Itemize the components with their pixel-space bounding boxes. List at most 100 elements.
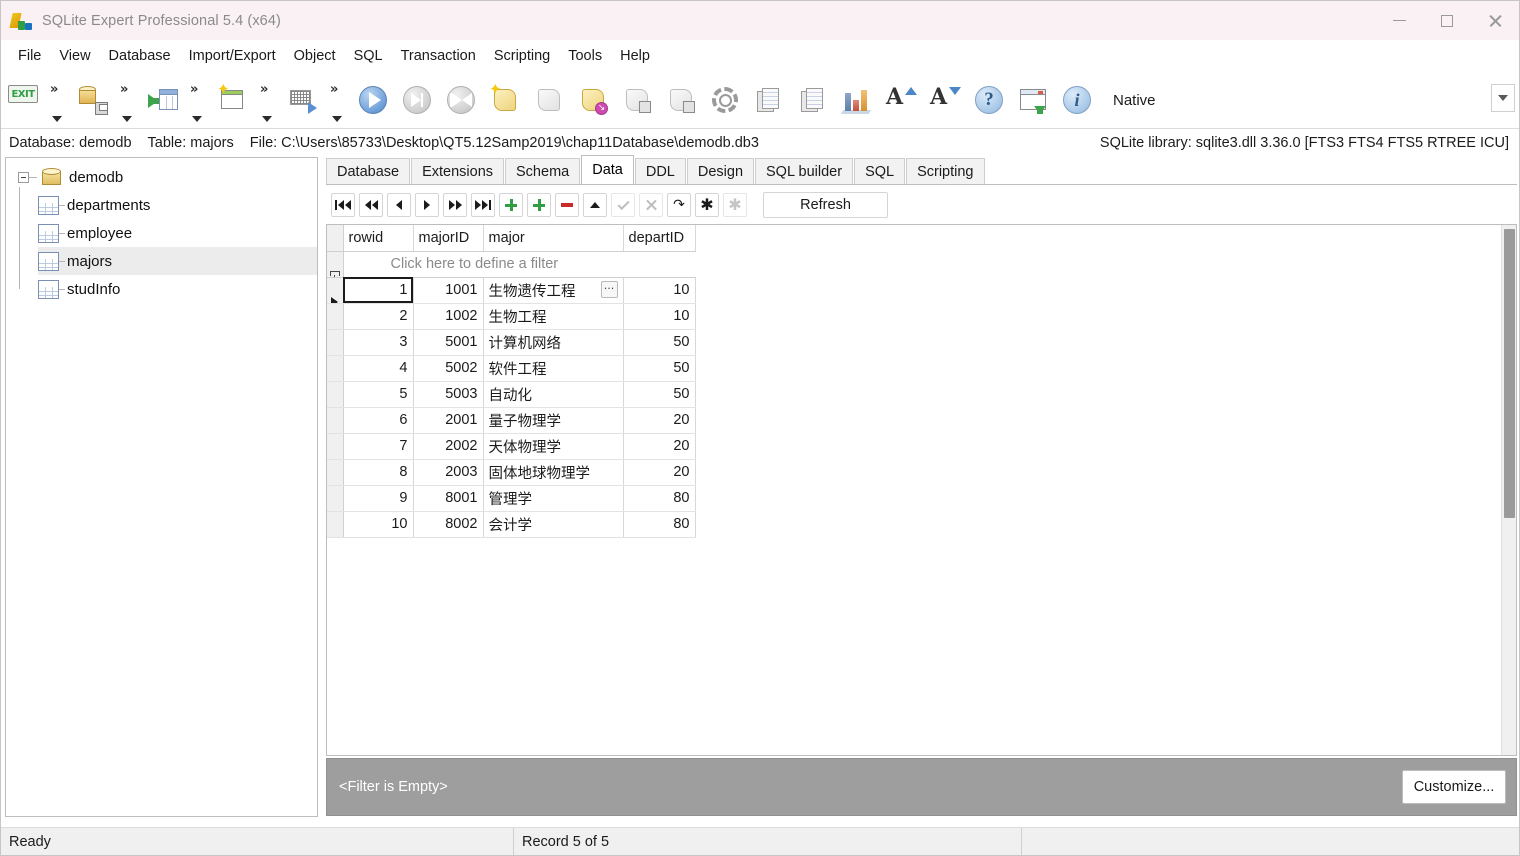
options-button[interactable]	[703, 74, 747, 126]
cell-major[interactable]: ··· 生物遗传工程	[483, 277, 624, 304]
table-row[interactable]: 5 5003 自动化 50	[327, 381, 696, 408]
about-button[interactable]: i	[1055, 74, 1099, 126]
filter-row[interactable]: Click here to define a filter	[327, 251, 695, 278]
save-script-button[interactable]	[615, 74, 659, 126]
column-header-major[interactable]: major	[483, 225, 624, 252]
execute-back-button[interactable]	[439, 74, 483, 126]
grid-vertical-scrollbar[interactable]	[1501, 225, 1516, 755]
prior-record-button[interactable]	[387, 193, 411, 217]
import-table-button[interactable]	[141, 74, 185, 126]
cell-editor-button[interactable]: ···	[600, 280, 618, 298]
cell-rowid[interactable]: 5	[343, 381, 414, 408]
sidebar-item-majors[interactable]: majors	[38, 247, 317, 275]
cell-rowid[interactable]: 1	[343, 277, 414, 304]
cell-majorid[interactable]: 5003	[413, 381, 484, 408]
cell-major[interactable]: 会计学	[483, 511, 624, 538]
menu-file[interactable]: File	[9, 44, 50, 68]
script-download-button[interactable]: ↘	[571, 74, 615, 126]
cell-departid[interactable]: 20	[623, 433, 696, 460]
cell-departid[interactable]: 50	[623, 355, 696, 382]
menu-scripting[interactable]: Scripting	[485, 44, 559, 68]
next-record-button[interactable]	[415, 193, 439, 217]
set-null-button[interactable]: ✱	[695, 193, 719, 217]
cell-majorid[interactable]: 2003	[413, 459, 484, 486]
execute-step-button[interactable]	[395, 74, 439, 126]
cell-departid[interactable]: 80	[623, 485, 696, 512]
cell-major[interactable]: 软件工程	[483, 355, 624, 382]
new-window-button[interactable]: ✦	[211, 74, 255, 126]
delete-record-button[interactable]	[555, 193, 579, 217]
tab-sql[interactable]: SQL	[854, 158, 906, 184]
import-window-button[interactable]	[1011, 74, 1055, 126]
cell-major[interactable]: 管理学	[483, 485, 624, 512]
table-row[interactable]: 6 2001 量子物理学 20	[327, 407, 696, 434]
menu-view[interactable]: View	[50, 44, 99, 68]
post-edit-button[interactable]	[583, 193, 607, 217]
sidebar-item-studinfo[interactable]: studInfo	[38, 275, 317, 303]
cell-departid[interactable]: 10	[623, 303, 696, 330]
customize-button[interactable]: Customize...	[1402, 770, 1506, 804]
cell-majorid[interactable]: 2001	[413, 407, 484, 434]
refresh-record-button[interactable]: ↷	[667, 193, 691, 217]
save-script-as-button[interactable]	[659, 74, 703, 126]
data-grid[interactable]: rowid majorID major departID Click here …	[326, 224, 1517, 756]
table-row[interactable]: 4 5002 软件工程 50	[327, 355, 696, 382]
cell-departid[interactable]: 20	[623, 407, 696, 434]
sidebar-item-employee[interactable]: employee	[38, 219, 317, 247]
refresh-button[interactable]: Refresh	[763, 192, 888, 218]
menu-help[interactable]: Help	[611, 44, 659, 68]
table-row[interactable]: 1 1001 ··· 生物遗传工程 10	[327, 277, 696, 304]
cell-departid[interactable]: 20	[623, 459, 696, 486]
cell-rowid[interactable]: 3	[343, 329, 414, 356]
minimize-button[interactable]	[1375, 1, 1423, 40]
tab-ddl[interactable]: DDL	[634, 158, 686, 184]
cell-major[interactable]: 生物工程	[483, 303, 624, 330]
menu-sql[interactable]: SQL	[345, 44, 392, 68]
toolbar-group-expander-5[interactable]: »	[325, 74, 351, 126]
column-header-departid[interactable]: departID	[623, 225, 696, 252]
prior-page-button[interactable]	[359, 193, 383, 217]
sidebar-item-departments[interactable]: departments	[38, 191, 317, 219]
backup-database-button[interactable]	[71, 74, 115, 126]
cell-rowid[interactable]: 8	[343, 459, 414, 486]
cell-departid[interactable]: 80	[623, 511, 696, 538]
copy-button[interactable]	[747, 74, 791, 126]
table-row[interactable]: 8 2003 固体地球物理学 20	[327, 459, 696, 486]
table-row[interactable]: 9 8001 管理学 80	[327, 485, 696, 512]
collapse-icon[interactable]	[18, 172, 29, 183]
exit-button[interactable]: EXIT	[1, 74, 45, 126]
increase-font-button[interactable]: A	[879, 74, 923, 126]
tab-extensions[interactable]: Extensions	[411, 158, 505, 184]
duplicate-record-button[interactable]	[527, 193, 551, 217]
cell-departid[interactable]: 10	[623, 277, 696, 304]
toolbar-group-expander-2[interactable]: »	[115, 74, 141, 126]
menu-import-export[interactable]: Import/Export	[180, 44, 285, 68]
cell-major[interactable]: 固体地球物理学	[483, 459, 624, 486]
toolbar-group-expander-4[interactable]: »	[255, 74, 281, 126]
cell-majorid[interactable]: 8002	[413, 511, 484, 538]
toolbar-overflow-button[interactable]	[1491, 84, 1515, 112]
menu-database[interactable]: Database	[100, 44, 180, 68]
column-header-majorid[interactable]: majorID	[413, 225, 484, 252]
table-row[interactable]: 3 5001 计算机网络 50	[327, 329, 696, 356]
cell-majorid[interactable]: 1001	[413, 277, 484, 304]
filter-placeholder-cell[interactable]: Click here to define a filter	[343, 251, 695, 278]
menu-transaction[interactable]: Transaction	[392, 44, 485, 68]
grid-scrollbar-thumb[interactable]	[1504, 229, 1515, 518]
first-record-button[interactable]	[331, 193, 355, 217]
tab-sql-builder[interactable]: SQL builder	[755, 158, 854, 184]
cell-major[interactable]: 天体物理学	[483, 433, 624, 460]
toolbar-group-expander-3[interactable]: »	[185, 74, 211, 126]
tab-design[interactable]: Design	[686, 158, 755, 184]
chart-button[interactable]	[835, 74, 879, 126]
cell-rowid[interactable]: 10	[343, 511, 414, 538]
cell-rowid[interactable]: 9	[343, 485, 414, 512]
cell-rowid[interactable]: 2	[343, 303, 414, 330]
decrease-font-button[interactable]: A	[923, 74, 967, 126]
cell-majorid[interactable]: 8001	[413, 485, 484, 512]
filter-toggle-cell[interactable]	[327, 251, 344, 278]
cell-rowid[interactable]: 6	[343, 407, 414, 434]
help-button[interactable]: ?	[967, 74, 1011, 126]
close-button[interactable]	[1471, 1, 1519, 40]
next-page-button[interactable]	[443, 193, 467, 217]
